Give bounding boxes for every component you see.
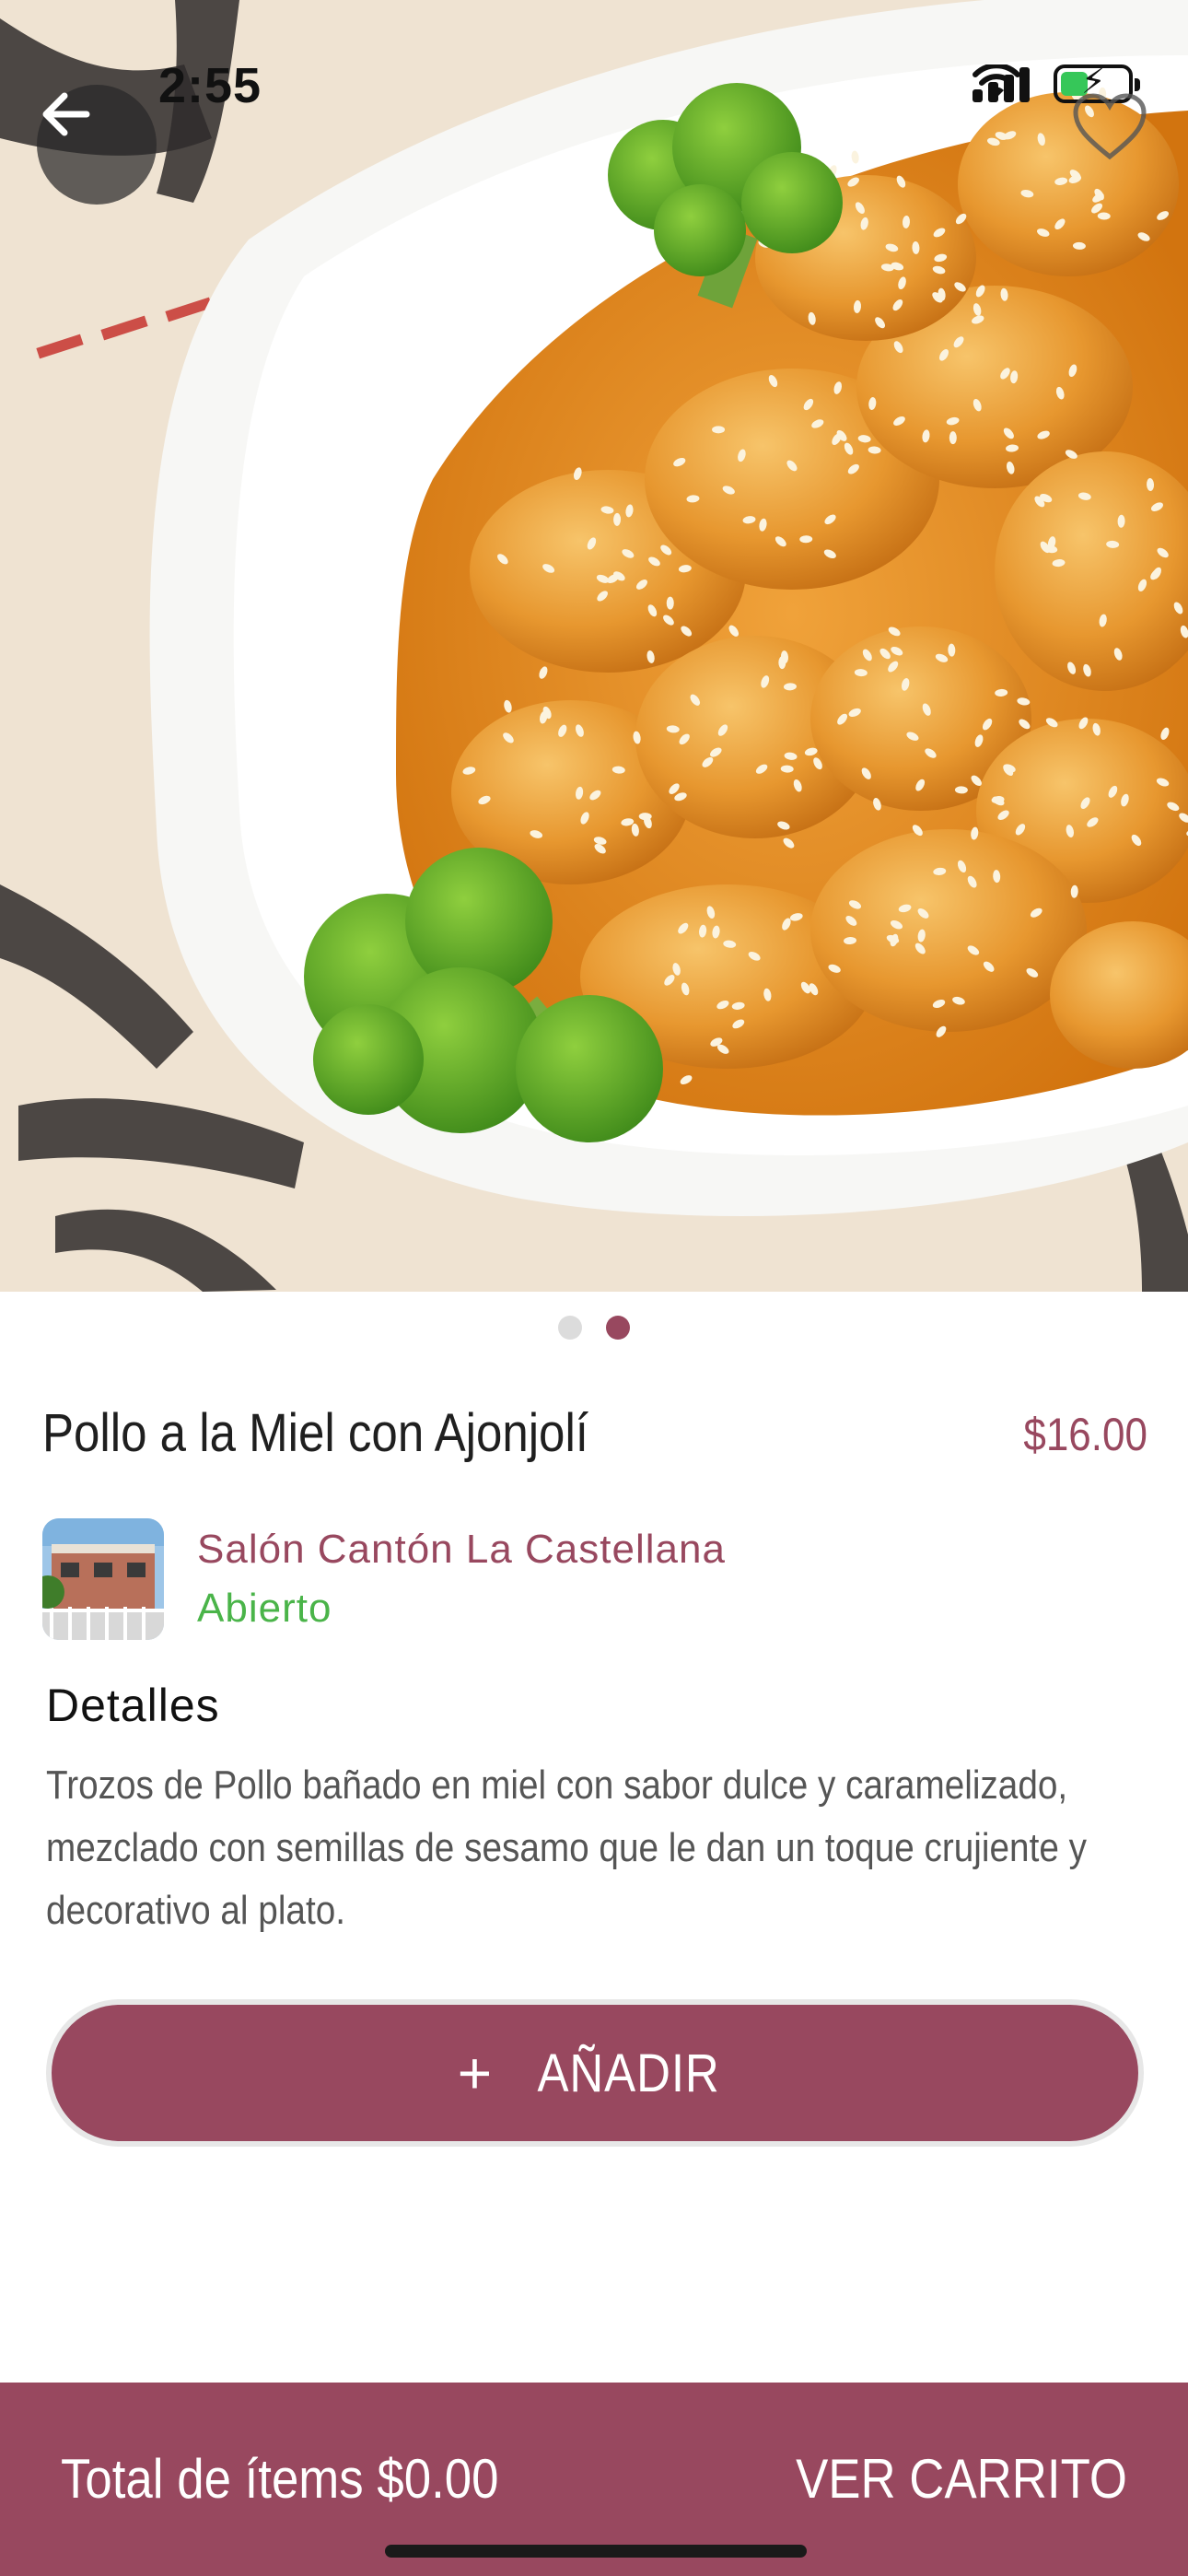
- view-cart-button[interactable]: VER CARRITO: [796, 2447, 1127, 2511]
- details-heading: Detalles: [46, 1680, 220, 1731]
- carousel-dot[interactable]: [606, 1316, 630, 1340]
- product-photo: [0, 0, 1188, 1292]
- store-thumbnail: [42, 1518, 164, 1640]
- plus-icon: +: [457, 2040, 493, 2106]
- heart-outline-icon: [1073, 93, 1147, 160]
- carousel-dot[interactable]: [558, 1316, 582, 1340]
- wifi-icon: [973, 64, 1020, 98]
- product-price: $16.00: [1023, 1409, 1147, 1460]
- status-time: 2:55: [158, 58, 262, 113]
- carousel-indicator: [0, 1316, 1188, 1340]
- add-button-label: AÑADIR: [537, 2043, 720, 2103]
- store-name[interactable]: Salón Cantón La Castellana: [197, 1527, 726, 1573]
- cart-total: Total de ítems $0.00: [61, 2448, 499, 2510]
- store-info[interactable]: Salón Cantón La Castellana Abierto: [42, 1518, 726, 1640]
- product-image-carousel[interactable]: 2:55 ⚡: [0, 0, 1188, 1292]
- favorite-button[interactable]: [1068, 90, 1151, 164]
- back-button[interactable]: [37, 85, 157, 205]
- product-title: Pollo a la Miel con Ajonjolí: [42, 1403, 588, 1463]
- home-indicator[interactable]: [385, 2545, 807, 2558]
- add-to-cart-button[interactable]: + AÑADIR: [46, 1999, 1144, 2147]
- store-status: Abierto: [197, 1586, 332, 1631]
- arrow-left-icon: [42, 92, 90, 136]
- cart-bar: Total de ítems $0.00 VER CARRITO: [0, 2383, 1188, 2576]
- product-description: Trozos de Pollo bañado en miel con sabor…: [46, 1762, 1087, 1933]
